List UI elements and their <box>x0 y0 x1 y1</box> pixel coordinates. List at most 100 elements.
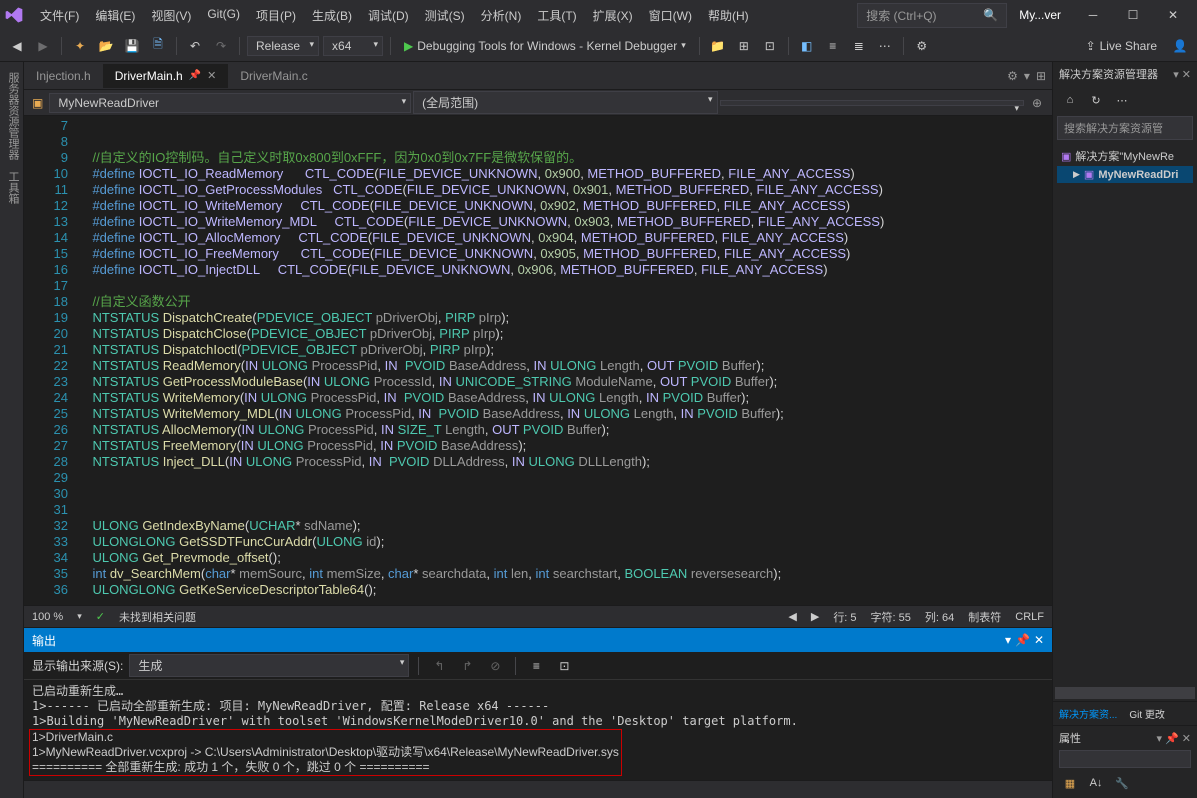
menu-编辑(E)[interactable]: 编辑(E) <box>87 3 143 28</box>
redo-button[interactable]: ↷ <box>210 35 232 57</box>
output-clear-icon[interactable]: ⊘ <box>484 655 506 677</box>
tb-icon-8[interactable]: ⚙ <box>911 35 933 57</box>
tb-icon-5[interactable]: ≡ <box>822 35 844 57</box>
live-share-button[interactable]: ⇪ Live Share <box>1078 35 1165 57</box>
line-indicator[interactable]: 行: 5 <box>833 609 856 625</box>
output-next-icon[interactable]: ↱ <box>456 655 478 677</box>
output-tool-icon[interactable]: ⊡ <box>553 655 575 677</box>
search-placeholder: 搜索 (Ctrl+Q) <box>866 7 936 24</box>
left-tool-rail[interactable]: 服务器资源管理器 工具箱 <box>0 62 24 798</box>
open-button[interactable]: 📂 <box>95 35 117 57</box>
se-home-icon[interactable]: ⌂ <box>1059 89 1081 111</box>
output-wrap-icon[interactable]: ≡ <box>525 655 547 677</box>
menu-视图(V)[interactable]: 视图(V) <box>143 3 199 28</box>
solution-title[interactable]: 解决方案资源管理器 ▾✕ <box>1053 62 1197 86</box>
split-vertical-icon[interactable]: ⊕ <box>1026 92 1048 114</box>
menu-分析(N)[interactable]: 分析(N) <box>473 3 530 28</box>
minimize-button[interactable]: ─ <box>1073 1 1113 29</box>
menu-测试(S)[interactable]: 测试(S) <box>417 3 473 28</box>
menu-调试(D)[interactable]: 调试(D) <box>360 3 417 28</box>
tb-icon-2[interactable]: ⊞ <box>733 35 755 57</box>
solution-tree[interactable]: ▣ 解决方案"MyNewRe ▶ ▣ MyNewReadDri <box>1053 142 1197 685</box>
se-dropdown-icon[interactable]: ▾ <box>1173 68 1179 81</box>
se-refresh-icon[interactable]: ↻ <box>1085 89 1107 111</box>
menu-生成(B)[interactable]: 生成(B) <box>304 3 360 28</box>
search-input[interactable]: 搜索 (Ctrl+Q) 🔍 <box>857 3 1007 28</box>
tb-icon-7[interactable]: ⋯ <box>874 35 896 57</box>
menu-文件(F)[interactable]: 文件(F) <box>32 3 87 28</box>
maximize-button[interactable]: ☐ <box>1113 1 1153 29</box>
output-source-combo[interactable]: 生成 <box>129 654 409 677</box>
main-toolbar: ◀ ▶ ✦ 📂 💾 🗎 ↶ ↷ Release x64 ▶ Debugging … <box>0 30 1197 62</box>
menu-工具(T)[interactable]: 工具(T) <box>529 3 584 28</box>
menu-项目(P)[interactable]: 项目(P) <box>248 3 304 28</box>
close-icon[interactable]: ✕ <box>207 69 216 82</box>
output-close-icon[interactable]: ✕ <box>1034 633 1044 647</box>
nav-member-combo[interactable] <box>720 100 1024 106</box>
zoom-level[interactable]: 100 % <box>32 611 63 623</box>
menu-Git(G)[interactable]: Git(G) <box>199 3 248 28</box>
save-button[interactable]: 💾 <box>121 35 143 57</box>
props-close-icon[interactable]: ✕ <box>1182 732 1191 745</box>
nav-type-combo[interactable]: (全局范围) <box>413 91 717 114</box>
output-title-bar[interactable]: 输出 ▾ 📌 ✕ <box>24 628 1052 652</box>
se-close-icon[interactable]: ✕ <box>1182 68 1191 81</box>
tab-Injection.h[interactable]: Injection.h <box>24 64 103 88</box>
output-dropdown-icon[interactable]: ▾ <box>1005 633 1011 647</box>
char-indicator[interactable]: 字符: 55 <box>871 609 911 625</box>
tab-git[interactable]: Git 更改 <box>1123 702 1171 725</box>
tb-icon-4[interactable]: ◧ <box>796 35 818 57</box>
bottom-tabs[interactable] <box>24 780 1052 798</box>
tab-dropdown-icon[interactable]: ▾ <box>1024 69 1030 83</box>
col-indicator[interactable]: 列: 64 <box>925 609 954 625</box>
check-icon: ✓ <box>96 610 105 623</box>
tb-icon-1[interactable]: 📁 <box>707 35 729 57</box>
output-prev-icon[interactable]: ↰ <box>428 655 450 677</box>
save-all-button[interactable]: 🗎 <box>147 35 169 57</box>
tab-overflow-icon[interactable]: ⚙ <box>1007 69 1018 83</box>
tab-solution[interactable]: 解决方案资... <box>1053 702 1123 725</box>
new-project-button[interactable]: ✦ <box>69 35 91 57</box>
solution-icon: ▣ <box>1061 150 1071 163</box>
nav-scope-combo[interactable]: MyNewReadDriver <box>49 93 411 113</box>
tb-icon-6[interactable]: ≣ <box>848 35 870 57</box>
solution-root[interactable]: ▣ 解决方案"MyNewRe <box>1057 146 1193 166</box>
tab-DriverMain.c[interactable]: DriverMain.c <box>228 64 319 88</box>
tabs-indicator[interactable]: 制表符 <box>968 609 1001 625</box>
props-combo[interactable] <box>1059 750 1191 768</box>
navigation-bar: ▣ MyNewReadDriver (全局范围) ⊕ <box>24 90 1052 116</box>
menu-扩展(X)[interactable]: 扩展(X) <box>585 3 641 28</box>
scroll-thumb[interactable] <box>1055 687 1195 699</box>
account-button[interactable]: 👤 <box>1169 35 1191 57</box>
props-dropdown-icon[interactable]: ▾ <box>1157 732 1163 745</box>
menu-窗口(W)[interactable]: 窗口(W) <box>641 3 700 28</box>
eol-indicator[interactable]: CRLF <box>1015 611 1044 623</box>
undo-button[interactable]: ↶ <box>184 35 206 57</box>
config-combo[interactable]: Release <box>247 36 319 56</box>
solution-search[interactable]: 搜索解决方案资源管 <box>1057 116 1193 140</box>
tb-icon-3[interactable]: ⊡ <box>759 35 781 57</box>
props-az-icon[interactable]: A↓ <box>1085 772 1107 794</box>
platform-combo[interactable]: x64 <box>323 36 383 56</box>
solution-bottom-tabs: 解决方案资... Git 更改 <box>1053 701 1197 725</box>
start-debug-button[interactable]: ▶ Debugging Tools for Windows - Kernel D… <box>398 37 692 55</box>
output-pin-icon[interactable]: 📌 <box>1015 633 1030 647</box>
nav-forward-button[interactable]: ▶ <box>32 35 54 57</box>
title-bar: 文件(F)编辑(E)视图(V)Git(G)项目(P)生成(B)调试(D)测试(S… <box>0 0 1197 30</box>
tab-split-icon[interactable]: ⊞ <box>1036 69 1046 83</box>
tab-DriverMain.h[interactable]: DriverMain.h📌✕ <box>103 64 229 88</box>
pin-icon[interactable]: 📌 <box>189 70 201 81</box>
project-node[interactable]: ▶ ▣ MyNewReadDri <box>1057 166 1193 183</box>
props-cat-icon[interactable]: ▦ <box>1059 772 1081 794</box>
output-text[interactable]: 已启动重新生成… 1>------ 已启动全部重新生成: 项目: MyNewRe… <box>24 680 1052 780</box>
menu-帮助(H)[interactable]: 帮助(H) <box>700 3 757 28</box>
share-icon: ⇪ <box>1086 39 1096 53</box>
issues-status[interactable]: 未找到相关问题 <box>119 609 196 625</box>
code-editor[interactable]: 7891011121314151617181920212223242526272… <box>24 116 1052 605</box>
se-more-icon[interactable]: ⋯ <box>1111 89 1133 111</box>
props-pin-icon[interactable]: 📌 <box>1165 732 1179 745</box>
project-icon: ▣ <box>28 96 47 110</box>
close-button[interactable]: ✕ <box>1153 1 1193 29</box>
nav-back-button[interactable]: ◀ <box>6 35 28 57</box>
props-wrench-icon[interactable]: 🔧 <box>1111 772 1133 794</box>
